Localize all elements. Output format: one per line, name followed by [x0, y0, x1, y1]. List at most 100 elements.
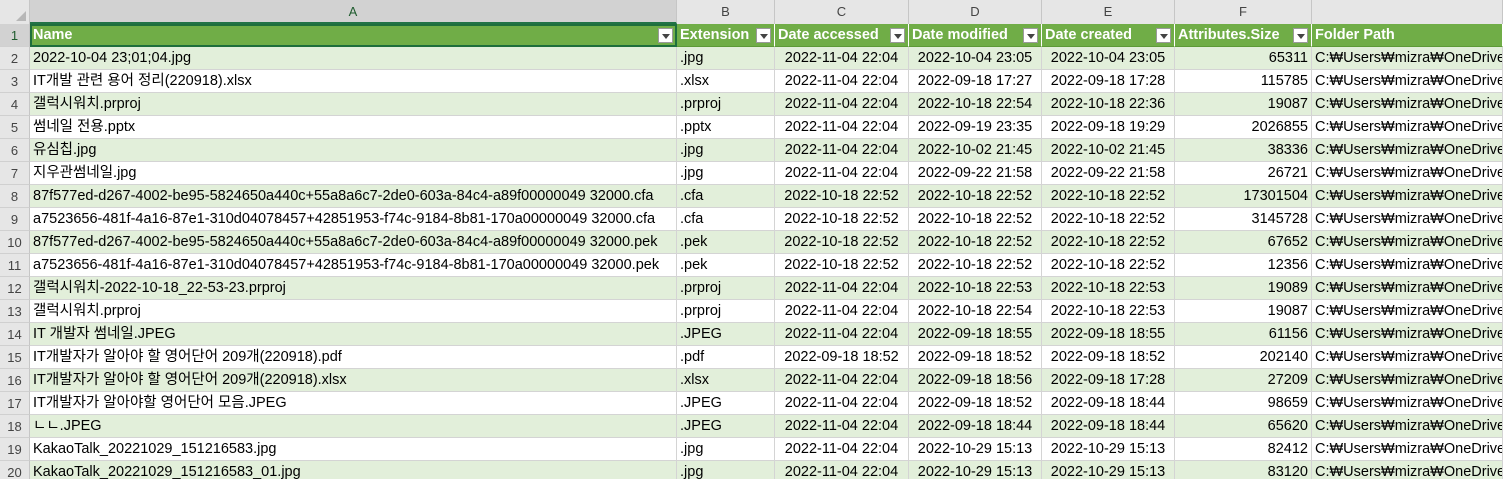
date-modified-cell[interactable]: 2022-10-18 22:52	[909, 231, 1042, 254]
date-created-cell[interactable]: 2022-09-18 18:55	[1042, 323, 1175, 346]
date-modified-cell[interactable]: 2022-09-18 18:52	[909, 346, 1042, 369]
folder-path-cell[interactable]: C:₩Users₩mizra₩OneDrive	[1312, 47, 1503, 70]
row-number[interactable]: 6	[0, 139, 30, 162]
date-created-cell[interactable]: 2022-10-18 22:52	[1042, 254, 1175, 277]
date-modified-cell[interactable]: 2022-09-18 18:44	[909, 415, 1042, 438]
date-created-cell[interactable]: 2022-10-18 22:52	[1042, 208, 1175, 231]
size-cell[interactable]: 19087	[1175, 300, 1312, 323]
date-modified-cell[interactable]: 2022-09-19 23:35	[909, 116, 1042, 139]
name-cell[interactable]: IT개발자가 알아야 할 영어단어 209개(220918).xlsx	[30, 369, 677, 392]
name-cell[interactable]: 2022-10-04 23;01;04.jpg	[30, 47, 677, 70]
extension-cell[interactable]: .prproj	[677, 93, 775, 116]
date-accessed-cell[interactable]: 2022-10-18 22:52	[775, 254, 909, 277]
filter-dropdown-icon[interactable]	[1023, 28, 1038, 43]
date-modified-cell[interactable]: 2022-10-02 21:45	[909, 139, 1042, 162]
date-modified-cell[interactable]: 2022-09-18 17:27	[909, 70, 1042, 93]
extension-cell[interactable]: .jpg	[677, 438, 775, 461]
folder-path-cell[interactable]: C:₩Users₩mizra₩OneDrive	[1312, 277, 1503, 300]
date-accessed-cell[interactable]: 2022-11-04 22:04	[775, 300, 909, 323]
extension-cell[interactable]: .jpg	[677, 139, 775, 162]
date-created-cell[interactable]: 2022-09-18 19:29	[1042, 116, 1175, 139]
row-number[interactable]: 16	[0, 369, 30, 392]
extension-cell[interactable]: .xlsx	[677, 70, 775, 93]
row-number[interactable]: 13	[0, 300, 30, 323]
date-accessed-cell[interactable]: 2022-11-04 22:04	[775, 323, 909, 346]
folder-path-cell[interactable]: C:₩Users₩mizra₩OneDrive	[1312, 70, 1503, 93]
date-accessed-cell[interactable]: 2022-10-18 22:52	[775, 185, 909, 208]
date-modified-cell[interactable]: 2022-10-18 22:52	[909, 254, 1042, 277]
select-all-corner[interactable]	[0, 0, 30, 24]
date-modified-cell[interactable]: 2022-10-18 22:52	[909, 185, 1042, 208]
row-number[interactable]: 7	[0, 162, 30, 185]
size-cell[interactable]: 12356	[1175, 254, 1312, 277]
folder-path-cell[interactable]: C:₩Users₩mizra₩OneDrive	[1312, 231, 1503, 254]
date-modified-cell[interactable]: 2022-10-18 22:54	[909, 300, 1042, 323]
size-cell[interactable]: 82412	[1175, 438, 1312, 461]
extension-cell[interactable]: .pptx	[677, 116, 775, 139]
size-cell[interactable]: 27209	[1175, 369, 1312, 392]
name-cell[interactable]: 갤럭시워치-2022-10-18_22-53-23.prproj	[30, 277, 677, 300]
date-accessed-cell[interactable]: 2022-11-04 22:04	[775, 47, 909, 70]
row-number[interactable]: 9	[0, 208, 30, 231]
column-letter-e[interactable]: E	[1042, 0, 1175, 24]
folder-path-cell[interactable]: C:₩Users₩mizra₩OneDrive	[1312, 254, 1503, 277]
folder-path-cell[interactable]: C:₩Users₩mizra₩OneDrive	[1312, 346, 1503, 369]
date-created-cell[interactable]: 2022-10-18 22:53	[1042, 300, 1175, 323]
name-cell[interactable]: KakaoTalk_20221029_151216583_01.jpg	[30, 461, 677, 479]
extension-cell[interactable]: .pek	[677, 254, 775, 277]
date-created-cell[interactable]: 2022-09-18 18:44	[1042, 415, 1175, 438]
date-accessed-cell[interactable]: 2022-11-04 22:04	[775, 162, 909, 185]
folder-path-cell[interactable]: C:₩Users₩mizra₩OneDrive	[1312, 208, 1503, 231]
date-accessed-cell[interactable]: 2022-11-04 22:04	[775, 392, 909, 415]
date-created-cell[interactable]: 2022-10-04 23:05	[1042, 47, 1175, 70]
column-letter-d[interactable]: D	[909, 0, 1042, 24]
extension-cell[interactable]: .JPEG	[677, 415, 775, 438]
folder-path-cell[interactable]: C:₩Users₩mizra₩OneDrive	[1312, 93, 1503, 116]
size-cell[interactable]: 65311	[1175, 47, 1312, 70]
name-cell[interactable]: 유심칩.jpg	[30, 139, 677, 162]
size-cell[interactable]: 83120	[1175, 461, 1312, 479]
size-cell[interactable]: 98659	[1175, 392, 1312, 415]
date-created-cell[interactable]: 2022-10-29 15:13	[1042, 461, 1175, 479]
column-letter-b[interactable]: B	[677, 0, 775, 24]
name-cell[interactable]: KakaoTalk_20221029_151216583.jpg	[30, 438, 677, 461]
date-accessed-cell[interactable]: 2022-09-18 18:52	[775, 346, 909, 369]
date-created-cell[interactable]: 2022-10-29 15:13	[1042, 438, 1175, 461]
row-number[interactable]: 4	[0, 93, 30, 116]
folder-path-cell[interactable]: C:₩Users₩mizra₩OneDrive	[1312, 415, 1503, 438]
name-cell[interactable]: a7523656-481f-4a16-87e1-310d04078457+428…	[30, 208, 677, 231]
date-created-cell[interactable]: 2022-10-18 22:53	[1042, 277, 1175, 300]
date-created-cell[interactable]: 2022-10-02 21:45	[1042, 139, 1175, 162]
date-accessed-cell[interactable]: 2022-11-04 22:04	[775, 93, 909, 116]
row-number[interactable]: 5	[0, 116, 30, 139]
date-created-cell[interactable]: 2022-09-18 17:28	[1042, 369, 1175, 392]
row-number[interactable]: 8	[0, 185, 30, 208]
date-modified-cell[interactable]: 2022-09-18 18:52	[909, 392, 1042, 415]
filter-dropdown-icon[interactable]	[658, 28, 673, 43]
name-cell[interactable]: 지우관썸네일.jpg	[30, 162, 677, 185]
name-cell[interactable]: a7523656-481f-4a16-87e1-310d04078457+428…	[30, 254, 677, 277]
size-cell[interactable]: 3145728	[1175, 208, 1312, 231]
folder-path-cell[interactable]: C:₩Users₩mizra₩OneDrive	[1312, 438, 1503, 461]
filter-dropdown-icon[interactable]	[890, 28, 905, 43]
date-modified-cell[interactable]: 2022-10-04 23:05	[909, 47, 1042, 70]
size-cell[interactable]: 26721	[1175, 162, 1312, 185]
extension-cell[interactable]: .prproj	[677, 277, 775, 300]
size-cell[interactable]: 115785	[1175, 70, 1312, 93]
date-created-cell[interactable]: 2022-10-18 22:52	[1042, 231, 1175, 254]
size-cell[interactable]: 19087	[1175, 93, 1312, 116]
date-modified-cell[interactable]: 2022-10-29 15:13	[909, 461, 1042, 479]
date-modified-cell[interactable]: 2022-09-18 18:55	[909, 323, 1042, 346]
row-number[interactable]: 20	[0, 461, 30, 479]
extension-cell[interactable]: .pdf	[677, 346, 775, 369]
row-number[interactable]: 3	[0, 70, 30, 93]
folder-path-cell[interactable]: C:₩Users₩mizra₩OneDrive	[1312, 185, 1503, 208]
date-accessed-cell[interactable]: 2022-11-04 22:04	[775, 369, 909, 392]
date-created-cell[interactable]: 2022-09-18 18:44	[1042, 392, 1175, 415]
extension-cell[interactable]: .xlsx	[677, 369, 775, 392]
size-cell[interactable]: 67652	[1175, 231, 1312, 254]
folder-path-cell[interactable]: C:₩Users₩mizra₩OneDrive	[1312, 116, 1503, 139]
filter-dropdown-icon[interactable]	[1156, 28, 1171, 43]
size-cell[interactable]: 19089	[1175, 277, 1312, 300]
extension-cell[interactable]: .JPEG	[677, 323, 775, 346]
